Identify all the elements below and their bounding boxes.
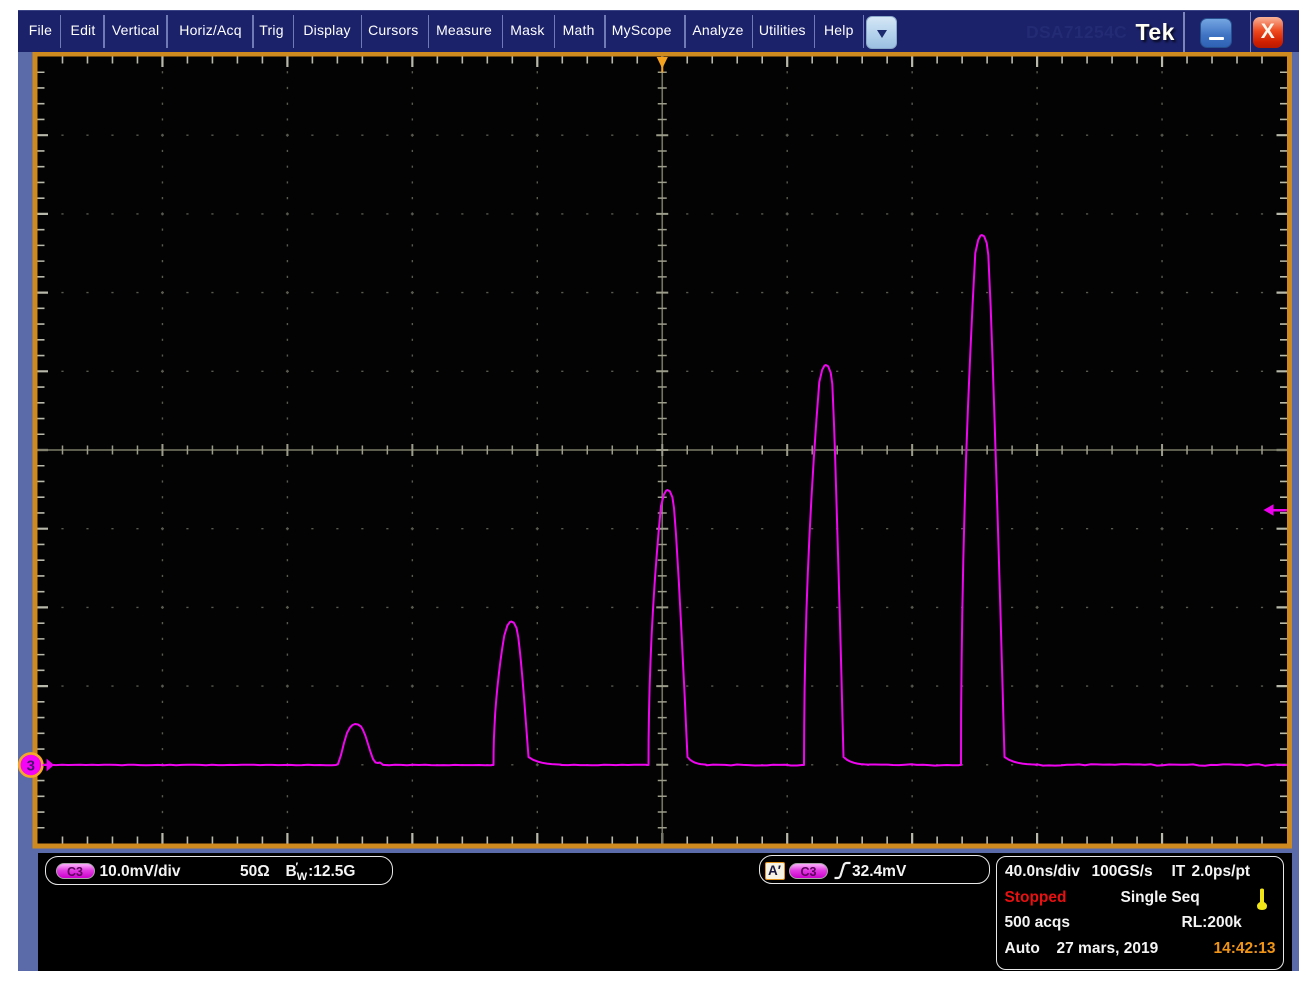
svg-text:3: 3: [27, 758, 35, 775]
